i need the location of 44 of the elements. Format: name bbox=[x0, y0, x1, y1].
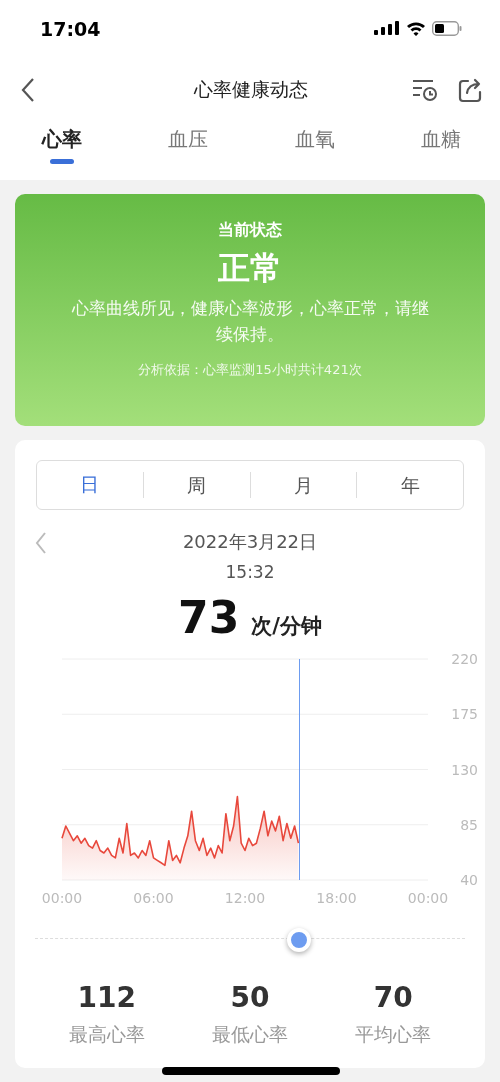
period-tab[interactable]: 日 bbox=[37, 461, 143, 509]
wifi-icon bbox=[406, 20, 426, 36]
back-icon bbox=[35, 532, 47, 554]
status-value: 正常 bbox=[218, 248, 282, 289]
axis-label: 220 bbox=[451, 651, 478, 667]
axis-label: 85 bbox=[460, 816, 478, 833]
list-clock-icon bbox=[412, 78, 438, 102]
clock-time: 17:04 bbox=[40, 18, 101, 40]
stat-value: 50 bbox=[230, 981, 270, 1014]
axis-label: 00:00 bbox=[41, 890, 83, 906]
axis-label: 00:00 bbox=[407, 890, 449, 906]
stat-label: 最低心率 bbox=[212, 1022, 288, 1047]
tab[interactable]: 血压 bbox=[166, 120, 211, 174]
time-label: 15:32 bbox=[224, 562, 276, 582]
stat-label: 平均心率 bbox=[355, 1022, 432, 1047]
battery-icon bbox=[432, 20, 462, 36]
period-tab[interactable]: 年 bbox=[356, 472, 463, 498]
tab[interactable]: 血氧 bbox=[292, 120, 337, 174]
share-button[interactable] bbox=[458, 77, 482, 103]
period-tab[interactable]: 月 bbox=[249, 472, 357, 498]
axis-label: 18:00 bbox=[316, 890, 357, 906]
unit-label: 次/分钟 bbox=[251, 613, 322, 640]
tab[interactable]: 心率 bbox=[40, 120, 84, 174]
stat-value: 112 bbox=[77, 981, 136, 1014]
axis-label: 06:00 bbox=[133, 890, 174, 906]
axis-label: 40 bbox=[460, 872, 478, 888]
history-button[interactable] bbox=[412, 78, 438, 102]
axis-label: 130 bbox=[451, 761, 478, 778]
heart-rate-value: 73 bbox=[178, 592, 240, 643]
back-icon bbox=[20, 77, 36, 103]
status-heading: 当前状态 bbox=[218, 220, 282, 241]
back-button[interactable] bbox=[20, 77, 36, 103]
stat-value: 70 bbox=[373, 981, 413, 1014]
share-icon bbox=[458, 77, 482, 103]
period-tab[interactable]: 周 bbox=[142, 472, 250, 498]
tab[interactable]: 血糖 bbox=[419, 120, 463, 174]
page-title: 心率健康动态 bbox=[194, 77, 308, 102]
axis-label: 12:00 bbox=[224, 890, 266, 906]
signal-icon bbox=[374, 21, 400, 35]
stat-label: 最高心率 bbox=[68, 1022, 145, 1047]
date-label: 2022年3月22日 bbox=[182, 531, 318, 552]
status-message: 心率曲线所见，健康心率波形，心率正常，请继续保持。 bbox=[70, 297, 430, 346]
axis-label: 175 bbox=[451, 706, 478, 723]
analysis-basis: 分析依据：心率监测15小时共计421次 bbox=[138, 361, 362, 379]
